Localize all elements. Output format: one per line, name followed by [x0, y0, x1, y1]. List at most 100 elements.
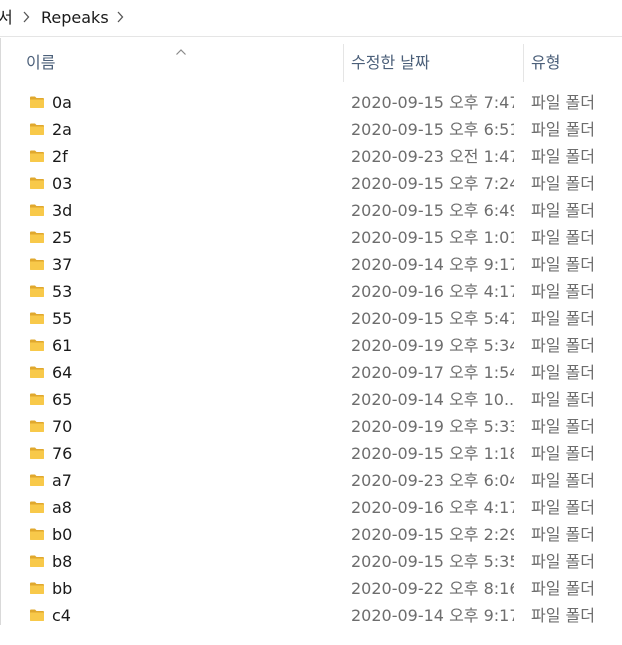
file-modified-date: 2020-09-16 오후 4:17 [351, 498, 514, 517]
file-modified-date: 2020-09-23 오전 1:47 [351, 147, 514, 166]
folder-icon [29, 121, 45, 135]
file-type: 파일 폴더 [531, 606, 595, 625]
file-modified-date: 2020-09-15 오후 5:35 [351, 552, 514, 571]
file-name: b0 [52, 525, 73, 544]
folder-icon [29, 94, 45, 108]
file-modified-date: 2020-09-15 오후 7:47 [351, 93, 514, 112]
file-modified-date: 2020-09-17 오후 1:54 [351, 363, 514, 382]
file-name: 2a [52, 120, 72, 139]
table-row[interactable]: 37 2020-09-14 오후 9:17 파일 폴더 [0, 251, 622, 278]
file-name: 0a [52, 93, 72, 112]
table-row[interactable]: 76 2020-09-15 오후 1:18 파일 폴더 [0, 440, 622, 467]
breadcrumb: 서 Repeaks [0, 0, 622, 37]
table-row[interactable]: 70 2020-09-19 오후 5:33 파일 폴더 [0, 413, 622, 440]
file-type: 파일 폴더 [531, 390, 595, 409]
file-modified-date: 2020-09-15 오후 6:49 [351, 201, 514, 220]
table-row[interactable]: 53 2020-09-16 오후 4:17 파일 폴더 [0, 278, 622, 305]
folder-icon [29, 256, 45, 270]
file-type: 파일 폴더 [531, 579, 595, 598]
column-header-name[interactable]: 이름 [18, 38, 343, 88]
file-name: 61 [52, 336, 73, 355]
file-name: a8 [52, 498, 72, 517]
file-modified-date: 2020-09-14 오후 9:17 [351, 606, 514, 625]
folder-icon [29, 148, 45, 162]
table-row[interactable]: bb 2020-09-22 오후 8:16 파일 폴더 [0, 575, 622, 602]
table-row[interactable]: 25 2020-09-15 오후 1:01 파일 폴더 [0, 224, 622, 251]
file-name: 37 [52, 255, 73, 274]
file-type: 파일 폴더 [531, 417, 595, 436]
folder-icon [29, 472, 45, 486]
file-name: 25 [52, 228, 73, 247]
table-row[interactable]: 55 2020-09-15 오후 5:47 파일 폴더 [0, 305, 622, 332]
file-modified-date: 2020-09-15 오후 1:18 [351, 444, 514, 463]
file-type: 파일 폴더 [531, 147, 595, 166]
folder-icon [29, 580, 45, 594]
breadcrumb-item-parent[interactable]: 서 [0, 8, 13, 28]
table-row[interactable]: a7 2020-09-23 오후 6:04 파일 폴더 [0, 467, 622, 494]
file-modified-date: 2020-09-15 오후 5:47 [351, 309, 514, 328]
file-name: b8 [52, 552, 73, 571]
table-row[interactable]: 03 2020-09-15 오후 7:24 파일 폴더 [0, 170, 622, 197]
file-type: 파일 폴더 [531, 201, 595, 220]
file-type: 파일 폴더 [531, 498, 595, 517]
folder-icon [29, 445, 45, 459]
folder-icon [29, 607, 45, 621]
folder-icon [29, 553, 45, 567]
file-modified-date: 2020-09-14 오후 9:17 [351, 255, 514, 274]
chevron-right-icon[interactable] [21, 10, 31, 24]
table-row[interactable]: c4 2020-09-14 오후 9:17 파일 폴더 [0, 602, 622, 625]
file-modified-date: 2020-09-15 오후 2:29 [351, 525, 514, 544]
file-name: 03 [52, 174, 73, 193]
table-row[interactable]: 0a 2020-09-15 오후 7:47 파일 폴더 [0, 89, 622, 116]
column-header-date[interactable]: 수정한 날짜 [343, 38, 523, 88]
table-row[interactable]: b8 2020-09-15 오후 5:35 파일 폴더 [0, 548, 622, 575]
file-name: 65 [52, 390, 73, 409]
folder-icon [29, 202, 45, 216]
file-name: 64 [52, 363, 73, 382]
table-row[interactable]: 61 2020-09-19 오후 5:34 파일 폴더 [0, 332, 622, 359]
file-type: 파일 폴더 [531, 552, 595, 571]
file-modified-date: 2020-09-15 오후 1:01 [351, 228, 514, 247]
table-row[interactable]: 2f 2020-09-23 오전 1:47 파일 폴더 [0, 143, 622, 170]
folder-icon [29, 229, 45, 243]
file-type: 파일 폴더 [531, 120, 595, 139]
file-name: 53 [52, 282, 73, 301]
file-modified-date: 2020-09-23 오후 6:04 [351, 471, 514, 490]
table-row[interactable]: b0 2020-09-15 오후 2:29 파일 폴더 [0, 521, 622, 548]
file-type: 파일 폴더 [531, 255, 595, 274]
file-name: 2f [52, 147, 68, 166]
folder-icon [29, 283, 45, 297]
table-row[interactable]: 2a 2020-09-15 오후 6:51 파일 폴더 [0, 116, 622, 143]
file-type: 파일 폴더 [531, 93, 595, 112]
folder-icon [29, 499, 45, 513]
folder-icon [29, 526, 45, 540]
table-row[interactable]: 64 2020-09-17 오후 1:54 파일 폴더 [0, 359, 622, 386]
file-type: 파일 폴더 [531, 282, 595, 301]
file-name: a7 [52, 471, 72, 490]
file-modified-date: 2020-09-15 오후 7:24 [351, 174, 514, 193]
file-explorer-window: 서 Repeaks 이름 수정한 날짜 유형 0a 2020-09-15 오후 7… [0, 0, 622, 645]
file-type: 파일 폴더 [531, 228, 595, 247]
file-type: 파일 폴더 [531, 336, 595, 355]
table-row[interactable]: 3d 2020-09-15 오후 6:49 파일 폴더 [0, 197, 622, 224]
column-header-type[interactable]: 유형 [523, 38, 622, 88]
file-modified-date: 2020-09-15 오후 6:51 [351, 120, 514, 139]
file-name: bb [52, 579, 73, 598]
chevron-right-icon[interactable] [115, 10, 125, 24]
file-name: 76 [52, 444, 73, 463]
file-name: c4 [52, 606, 71, 625]
folder-icon [29, 310, 45, 324]
file-list: 0a 2020-09-15 오후 7:47 파일 폴더 2a 2020-09-15 오후… [0, 89, 622, 625]
folder-icon [29, 175, 45, 189]
file-modified-date: 2020-09-14 오후 10... [351, 390, 514, 409]
file-name: 3d [52, 201, 73, 220]
folder-icon [29, 364, 45, 378]
file-modified-date: 2020-09-22 오후 8:16 [351, 579, 514, 598]
table-row[interactable]: 65 2020-09-14 오후 10... 파일 폴더 [0, 386, 622, 413]
folder-icon [29, 337, 45, 351]
folder-icon [29, 418, 45, 432]
breadcrumb-item-current[interactable]: Repeaks [41, 8, 109, 28]
table-row[interactable]: a8 2020-09-16 오후 4:17 파일 폴더 [0, 494, 622, 521]
file-name: 70 [52, 417, 73, 436]
file-type: 파일 폴더 [531, 174, 595, 193]
